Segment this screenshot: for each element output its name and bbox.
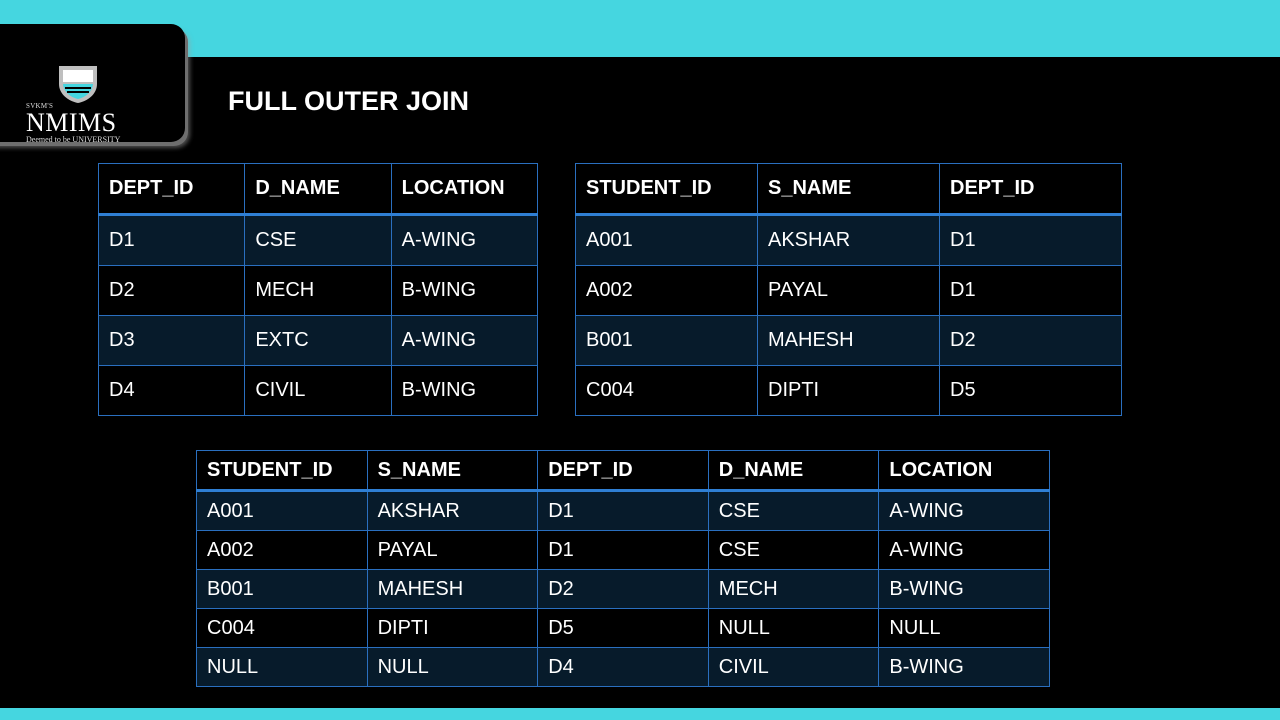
department-table: DEPT_ID D_NAME LOCATION D1 CSE A-WING D2 MECH B-… <box>97 163 539 416</box>
table-cell: D1 <box>97 214 246 266</box>
logo-tagline: Deemed to be UNIVERSITY <box>26 135 121 144</box>
column-header: S_NAME <box>757 163 940 215</box>
table-row: A001 AKSHAR D1 <box>575 214 1122 266</box>
table-cell: D5 <box>537 608 709 648</box>
table-row: A002 PAYAL D1 CSE A-WING <box>196 530 1050 570</box>
table-cell: A-WING <box>878 490 1050 531</box>
table-cell: AKSHAR <box>366 490 539 531</box>
table-cell: D1 <box>939 265 1122 316</box>
table-cell: D5 <box>939 365 1122 416</box>
table-cell: MAHESH <box>366 569 539 609</box>
table-cell: D1 <box>939 214 1122 266</box>
table-cell: DIPTI <box>366 608 539 648</box>
column-header: LOCATION <box>878 450 1050 491</box>
full-outer-join-result-table: STUDENT_ID S_NAME DEPT_ID D_NAME LOCATION A00… <box>196 450 1050 687</box>
table-row: B001 MAHESH D2 <box>575 315 1122 366</box>
column-header: D_NAME <box>707 450 880 491</box>
table-row: A001 AKSHAR D1 CSE A-WING <box>196 490 1050 531</box>
column-header: S_NAME <box>366 450 539 491</box>
table-row: C004 DIPTI D5 NULL NULL <box>196 608 1050 648</box>
bottom-accent-bar <box>0 708 1280 720</box>
table-cell: C004 <box>196 608 368 648</box>
slide-title: FULL OUTER JOIN <box>228 86 470 116</box>
header-row: STUDENT_ID S_NAME DEPT_ID D_NAME LOCATION <box>196 450 1050 491</box>
table-cell: D1 <box>537 490 709 531</box>
table-cell: D2 <box>537 569 709 609</box>
column-header: DEPT_ID <box>97 163 246 215</box>
table-cell: A001 <box>196 490 368 531</box>
header-row: DEPT_ID D_NAME LOCATION <box>97 163 539 215</box>
table-cell: NULL <box>878 608 1050 648</box>
table-cell: D4 <box>537 647 709 687</box>
table-cell: D4 <box>97 365 246 416</box>
nmims-logo: SVKM'S NMIMS Deemed to be UNIVERSITY <box>20 64 140 148</box>
logo-panel: SVKM'S NMIMS Deemed to be UNIVERSITY <box>0 24 185 144</box>
column-header: D_NAME <box>244 163 392 215</box>
table-cell: B-WING <box>878 647 1050 687</box>
table-cell: EXTC <box>244 315 392 366</box>
column-header: DEPT_ID <box>939 163 1122 215</box>
table-cell: A001 <box>575 214 758 266</box>
student-table: STUDENT_ID S_NAME DEPT_ID A001 AKSHAR D1 A002 P… <box>575 163 1122 416</box>
table-row: B001 MAHESH D2 MECH B-WING <box>196 569 1050 609</box>
table-cell: CSE <box>707 530 880 570</box>
logo-nmims-text: NMIMS <box>26 108 117 137</box>
table-cell: A002 <box>575 265 758 316</box>
top-accent-bar <box>0 0 1280 57</box>
table-cell: D1 <box>537 530 709 570</box>
table-cell: A002 <box>196 530 368 570</box>
column-header: STUDENT_ID <box>575 163 758 215</box>
table-cell: NULL <box>366 647 539 687</box>
table-row: A002 PAYAL D1 <box>575 265 1122 316</box>
table-cell: DIPTI <box>757 365 940 416</box>
table-cell: A-WING <box>878 530 1050 570</box>
table-cell: B-WING <box>390 365 539 416</box>
column-header: DEPT_ID <box>537 450 709 491</box>
table-cell: CSE <box>707 490 880 531</box>
table-cell: CSE <box>244 214 392 266</box>
table-cell: B001 <box>575 315 758 366</box>
table-row: D3 EXTC A-WING <box>97 315 539 366</box>
table-cell: D3 <box>97 315 246 366</box>
table-cell: AKSHAR <box>757 214 940 266</box>
table-cell: NULL <box>196 647 368 687</box>
table-cell: B001 <box>196 569 368 609</box>
table-cell: C004 <box>575 365 758 416</box>
table-cell: D2 <box>939 315 1122 366</box>
table-row: NULL NULL D4 CIVIL B-WING <box>196 647 1050 687</box>
shield-crest-icon <box>59 66 97 103</box>
table-row: D2 MECH B-WING <box>97 265 539 316</box>
table-cell: MECH <box>707 569 880 609</box>
table-cell: PAYAL <box>366 530 539 570</box>
table-cell: CIVIL <box>244 365 392 416</box>
table-cell: A-WING <box>390 315 539 366</box>
table-cell: NULL <box>707 608 880 648</box>
table-row: C004 DIPTI D5 <box>575 365 1122 416</box>
table-cell: B-WING <box>878 569 1050 609</box>
column-header: STUDENT_ID <box>196 450 368 491</box>
table-cell: PAYAL <box>757 265 940 316</box>
table-cell: CIVIL <box>707 647 880 687</box>
table-cell: B-WING <box>390 265 539 316</box>
table-row: D4 CIVIL B-WING <box>97 365 539 416</box>
table-row: D1 CSE A-WING <box>97 214 539 266</box>
table-cell: A-WING <box>390 214 539 266</box>
table-cell: D2 <box>97 265 246 316</box>
column-header: LOCATION <box>390 163 539 215</box>
header-row: STUDENT_ID S_NAME DEPT_ID <box>575 163 1122 215</box>
table-cell: MAHESH <box>757 315 940 366</box>
table-cell: MECH <box>244 265 392 316</box>
